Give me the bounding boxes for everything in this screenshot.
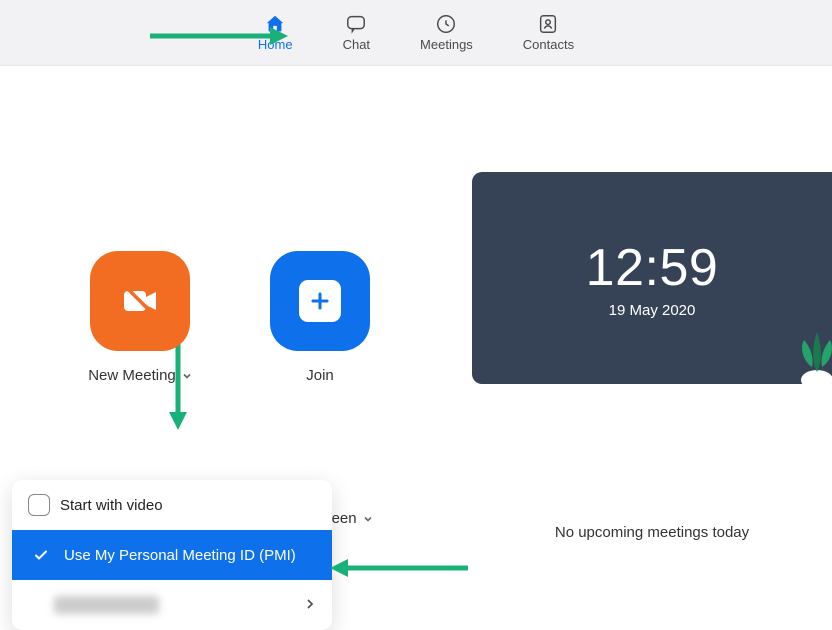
- dropdown-item-pmi-id[interactable]: [12, 580, 332, 630]
- annotation-arrow-icon: [328, 556, 468, 580]
- check-icon: [28, 547, 54, 563]
- chat-icon: [345, 13, 367, 35]
- top-nav-bar: Home Chat Meetings Contacts: [0, 0, 832, 66]
- join-cell: Join: [230, 251, 410, 384]
- contacts-icon: [537, 13, 559, 35]
- chevron-down-icon: [182, 371, 192, 381]
- new-meeting-label: New Meeting: [88, 367, 176, 384]
- right-panel: 12:59 19 May 2020 No upcoming meetings t…: [472, 172, 832, 541]
- new-meeting-button[interactable]: [90, 251, 190, 351]
- use-pmi-label: Use My Personal Meeting ID (PMI): [64, 547, 296, 564]
- nav-meetings[interactable]: Meetings: [420, 13, 473, 52]
- dropdown-item-start-with-video[interactable]: Start with video: [12, 480, 332, 530]
- nav-contacts-label: Contacts: [523, 37, 574, 52]
- clock-time: 12:59: [586, 238, 719, 298]
- video-off-icon: [116, 277, 164, 325]
- join-button[interactable]: [270, 251, 370, 351]
- dropdown-item-use-pmi[interactable]: Use My Personal Meeting ID (PMI): [12, 530, 332, 580]
- no-upcoming-meetings-text: No upcoming meetings today: [472, 524, 832, 541]
- main-content: New Meeting Join Schedule Share screen: [0, 66, 832, 603]
- nav-contacts[interactable]: Contacts: [523, 13, 574, 52]
- new-meeting-label-row[interactable]: New Meeting: [88, 367, 192, 384]
- clock-card: 12:59 19 May 2020: [472, 172, 832, 384]
- chevron-right-icon: [304, 597, 316, 614]
- nav-chat-label: Chat: [343, 37, 370, 52]
- plus-icon: [308, 289, 332, 313]
- plant-decoration-icon: [792, 302, 832, 384]
- clock-icon: [435, 13, 457, 35]
- redacted-text: [54, 596, 159, 614]
- nav-meetings-label: Meetings: [420, 37, 473, 52]
- new-meeting-cell: New Meeting: [50, 251, 230, 384]
- new-meeting-dropdown: Start with video Use My Personal Meeting…: [12, 480, 332, 630]
- start-with-video-label: Start with video: [60, 497, 163, 514]
- clock-date: 19 May 2020: [609, 302, 696, 319]
- checkbox-unchecked-icon: [28, 494, 50, 516]
- nav-chat[interactable]: Chat: [343, 13, 370, 52]
- join-label: Join: [306, 367, 334, 384]
- annotation-arrow-icon: [150, 24, 290, 48]
- chevron-down-icon: [363, 514, 373, 524]
